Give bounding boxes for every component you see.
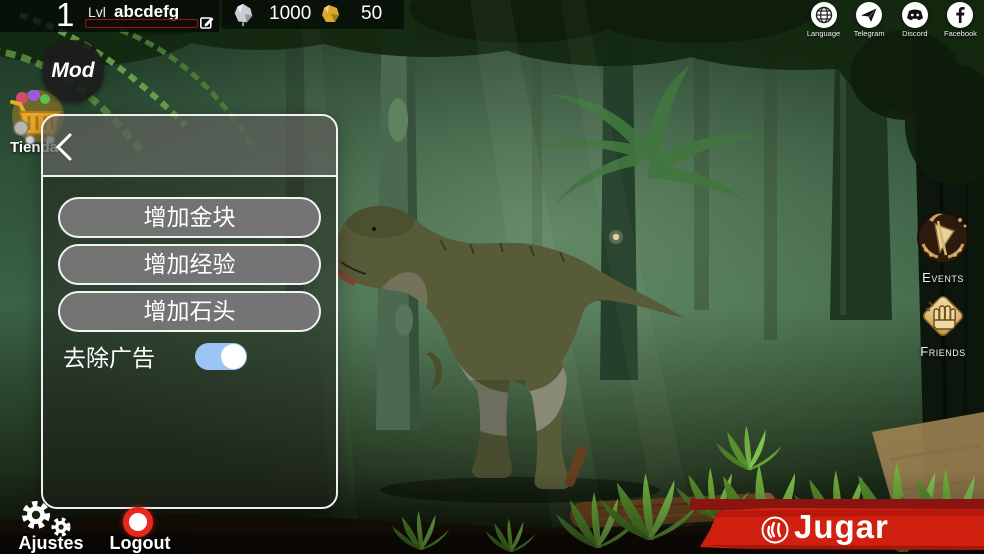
facebook-icon [950,5,970,25]
settings-label[interactable]: Ajustes [6,533,96,554]
friends-fist-icon [917,290,969,342]
remove-ads-toggle[interactable] [195,343,247,370]
events-emblem-icon [915,210,971,268]
cheat-menu-header [43,116,336,177]
gold-amount: 50 [361,3,382,25]
events-button[interactable]: Events [912,210,974,285]
remove-ads-label: 去除广告 [63,339,155,373]
gold-currency-icon [318,2,343,27]
mod-button[interactable]: Mod [42,40,104,102]
toggle-knob [221,344,246,369]
telegram-icon [859,5,879,25]
play-button[interactable]: Jugar [688,499,984,554]
mod-button-label: Mod [51,59,94,83]
discord-icon [905,5,925,25]
player-level-panel: 1 Lvl abcdefg [0,0,219,32]
play-label: Jugar [794,508,889,546]
telegram-button[interactable]: Telegram [848,2,891,40]
social-bar: Language Telegram Discord Facebook [802,2,982,40]
level-number: 1 [56,0,74,34]
cheat-menu-body: 增加金块 增加经验 增加石头 去除广告 [43,177,336,509]
back-chevron-icon[interactable] [53,132,75,162]
remove-ads-row: 去除广告 [58,339,321,373]
cheat-menu-modal: 增加金块 增加经验 增加石头 去除广告 [41,114,338,509]
discord-button[interactable]: Discord [893,2,936,40]
add-experience-button[interactable]: 增加经验 [58,244,321,285]
globe-icon [814,5,834,25]
add-gold-button[interactable]: 增加金块 [58,197,321,238]
level-label: Lvl [88,4,106,20]
friends-button[interactable]: Friends [914,290,972,359]
stone-amount: 1000 [269,3,311,25]
logout-label[interactable]: Logout [102,533,178,554]
xp-progress-bar [85,19,198,28]
currency-panel: 1000 50 [222,0,404,29]
events-label: Events [922,270,964,285]
stone-currency-icon [231,2,256,27]
add-stones-button[interactable]: 增加石头 [58,291,321,332]
facebook-button[interactable]: Facebook [939,2,982,40]
dino-claw-icon [760,515,790,545]
language-button[interactable]: Language [802,2,845,40]
edit-name-icon[interactable] [200,15,214,29]
game-screen: Tienda 1 Lvl abcdefg 1000 50 [0,0,984,554]
friends-label: Friends [920,344,965,359]
